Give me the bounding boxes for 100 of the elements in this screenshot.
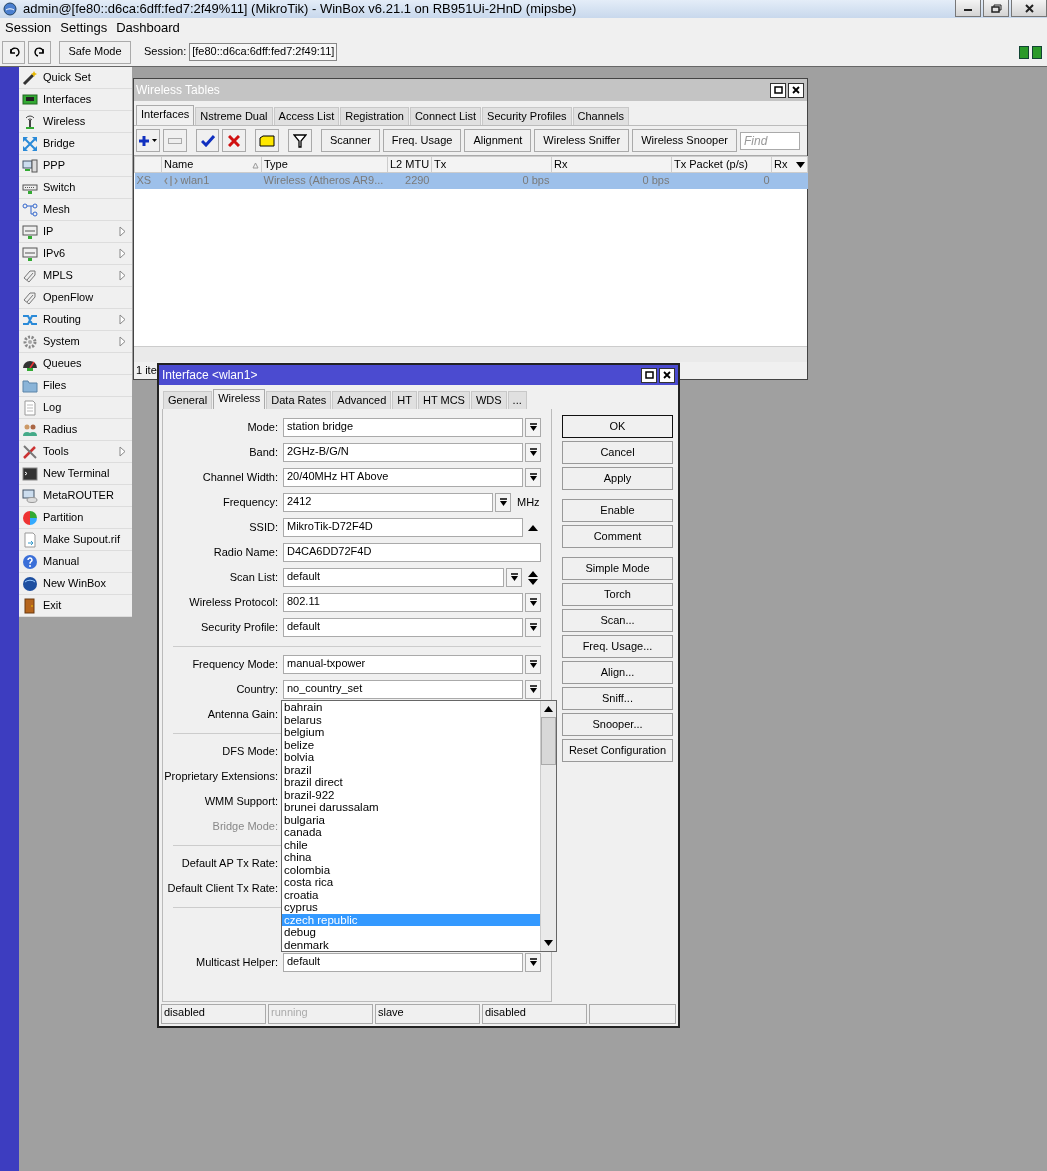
- column-header[interactable]: L2 MTU: [387, 156, 432, 173]
- list-item[interactable]: cyprus: [282, 901, 540, 914]
- list-item[interactable]: colombia: [282, 863, 540, 876]
- column-header[interactable]: Type: [261, 156, 388, 173]
- dropdown-button[interactable]: [506, 568, 522, 588]
- dropdown-button[interactable]: [525, 618, 541, 638]
- dropdown-button[interactable]: [525, 680, 541, 700]
- list-item[interactable]: brazil: [282, 763, 540, 776]
- dialog-button[interactable]: Comment: [562, 525, 673, 549]
- dropdown-button[interactable]: [495, 493, 511, 513]
- list-item[interactable]: bolvia: [282, 751, 540, 764]
- dialog-button[interactable]: Cancel: [562, 441, 673, 465]
- sidebar-item[interactable]: OpenFlow: [19, 287, 132, 309]
- tab[interactable]: Registration: [340, 107, 409, 126]
- column-header[interactable]: Rx: [771, 156, 808, 173]
- session-field[interactable]: [fe80::d6ca:6dff:fed7:2f49:11]: [189, 43, 338, 61]
- dropdown-button[interactable]: [525, 953, 541, 972]
- dropdown-field[interactable]: 2GHz-B/G/N: [283, 443, 523, 463]
- sidebar-item[interactable]: Tools: [19, 441, 132, 463]
- tab[interactable]: HT MCS: [417, 391, 470, 410]
- column-header[interactable]: Tx Packet (p/s): [671, 156, 772, 173]
- list-item[interactable]: brunei darussalam: [282, 801, 540, 814]
- filter-button[interactable]: [288, 129, 312, 153]
- input-field[interactable]: D4CA6DD72F4D: [283, 543, 541, 563]
- tab[interactable]: Advanced: [332, 391, 392, 410]
- sidebar-item[interactable]: Mesh: [19, 199, 132, 221]
- dialog-button[interactable]: Sniff...: [562, 687, 673, 711]
- tab[interactable]: Data Rates: [266, 391, 332, 410]
- dropdown-field[interactable]: 2412: [283, 493, 493, 513]
- dropdown-button[interactable]: [525, 418, 541, 438]
- list-item[interactable]: bulgaria: [282, 813, 540, 826]
- safe-mode-button[interactable]: Safe Mode: [59, 40, 131, 64]
- menu-item[interactable]: Session: [0, 20, 56, 36]
- tab[interactable]: Channels: [572, 107, 630, 126]
- column-header[interactable]: Name: [161, 156, 262, 173]
- sidebar-item[interactable]: Manual: [19, 551, 132, 573]
- close-button[interactable]: [788, 82, 804, 98]
- enable-button[interactable]: [195, 129, 220, 153]
- sidebar-item[interactable]: Radius: [19, 419, 132, 441]
- dialog-button[interactable]: Snooper...: [562, 713, 673, 737]
- list-item[interactable]: belize: [282, 738, 540, 751]
- toolbar-button[interactable]: Wireless Sniffer: [534, 129, 630, 153]
- sidebar-item[interactable]: New WinBox: [19, 573, 132, 595]
- column-header[interactable]: Rx: [551, 156, 672, 173]
- sidebar-item[interactable]: PPP: [19, 155, 132, 177]
- sidebar-item[interactable]: Switch: [19, 177, 132, 199]
- tab[interactable]: Wireless: [213, 389, 266, 410]
- dropdown-button[interactable]: [525, 593, 541, 613]
- sidebar-item[interactable]: Routing: [19, 309, 132, 331]
- menu-item[interactable]: Settings: [55, 20, 112, 36]
- dropdown-button[interactable]: [525, 655, 541, 675]
- maximize-button[interactable]: [641, 367, 657, 383]
- toolbar-button[interactable]: Freq. Usage: [382, 129, 462, 153]
- sidebar-item[interactable]: IP: [19, 221, 132, 243]
- list-item[interactable]: debug: [282, 926, 540, 939]
- sidebar-item[interactable]: Bridge: [19, 133, 132, 155]
- dropdown-field[interactable]: no_country_set: [283, 680, 523, 700]
- list-item[interactable]: croatia: [282, 888, 540, 901]
- dropdown-button[interactable]: [525, 443, 541, 463]
- sidebar-item[interactable]: New Terminal: [19, 463, 132, 485]
- dropdown-field[interactable]: station bridge: [283, 418, 523, 438]
- sidebar-item[interactable]: Exit: [19, 595, 132, 617]
- tab[interactable]: ...: [507, 391, 527, 410]
- find-field[interactable]: Find: [740, 131, 800, 150]
- tab[interactable]: Security Profiles: [482, 107, 572, 126]
- redo-button[interactable]: [28, 40, 51, 64]
- sidebar-item[interactable]: IPv6: [19, 243, 132, 265]
- dropdown-field[interactable]: default: [283, 618, 523, 638]
- sidebar-item[interactable]: Queues: [19, 353, 132, 375]
- tab[interactable]: Interfaces: [136, 105, 195, 126]
- close-button[interactable]: [659, 367, 675, 383]
- sidebar-item[interactable]: Make Supout.rif: [19, 529, 132, 551]
- input-field[interactable]: MikroTik-D72F4D: [283, 518, 523, 538]
- scrollbar[interactable]: [134, 346, 807, 362]
- list-item[interactable]: canada: [282, 826, 540, 839]
- dialog-button[interactable]: Torch: [562, 583, 673, 607]
- sidebar-item[interactable]: Quick Set: [19, 67, 132, 89]
- sidebar-item[interactable]: Partition: [19, 507, 132, 529]
- list-item[interactable]: belgium: [282, 726, 540, 739]
- tab[interactable]: WDS: [470, 391, 507, 410]
- dropdown-field[interactable]: default: [283, 953, 523, 972]
- tab[interactable]: Nstreme Dual: [195, 107, 273, 126]
- add-button[interactable]: [136, 129, 160, 153]
- list-item[interactable]: bahrain: [282, 701, 540, 714]
- dropdown-field[interactable]: 20/40MHz HT Above: [283, 468, 523, 488]
- sidebar-item[interactable]: MPLS: [19, 265, 132, 287]
- list-item[interactable]: costa rica: [282, 876, 540, 889]
- list-item[interactable]: brazil-922: [282, 788, 540, 801]
- menu-item[interactable]: Dashboard: [111, 20, 184, 36]
- tab[interactable]: HT: [392, 391, 417, 410]
- dialog-button[interactable]: OK: [562, 415, 673, 439]
- dialog-button[interactable]: Align...: [562, 661, 673, 685]
- toolbar-button[interactable]: Alignment: [464, 129, 532, 153]
- list-item[interactable]: belarus: [282, 713, 540, 726]
- dropdown-field[interactable]: default: [283, 568, 504, 588]
- list-item[interactable]: denmark: [282, 938, 540, 951]
- scroll-thumb[interactable]: [541, 717, 556, 765]
- toolbar-button[interactable]: Scanner: [320, 129, 380, 153]
- minimize-button[interactable]: [955, 0, 981, 17]
- column-header[interactable]: Tx: [431, 156, 552, 173]
